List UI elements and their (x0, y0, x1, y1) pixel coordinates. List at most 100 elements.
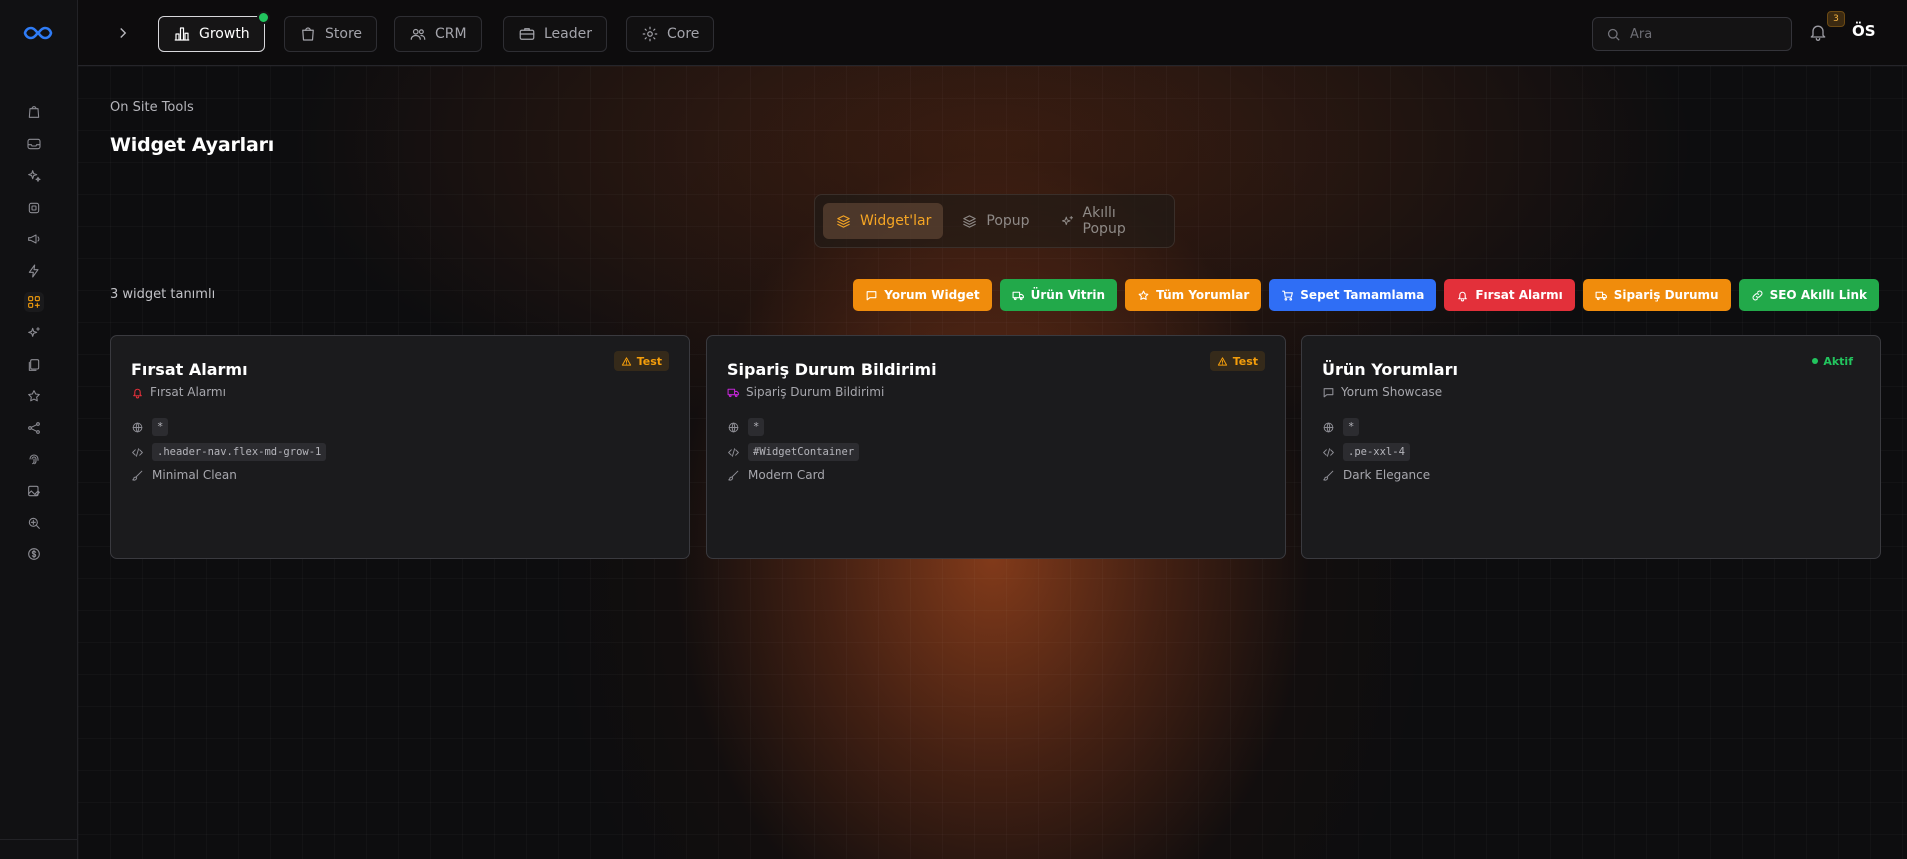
status-badge: Aktif (1805, 351, 1860, 371)
card-type-label: Sipariş Durum Bildirimi (746, 385, 885, 399)
layers-icon (963, 214, 977, 228)
megaphone-icon[interactable] (24, 229, 44, 249)
page-title: Widget Ayarları (110, 134, 275, 156)
star-icon[interactable] (24, 386, 44, 406)
add-yorum-widget-button[interactable]: Yorum Widget (853, 279, 992, 311)
add-tum-yorumlar-button[interactable]: Tüm Yorumlar (1125, 279, 1262, 311)
card-selector-row: #WidgetContainer (727, 443, 860, 461)
breadcrumb: On Site Tools (110, 100, 194, 115)
card-theme-row: Dark Elegance (1322, 468, 1430, 482)
zoom-icon[interactable] (24, 513, 44, 533)
tab-leader[interactable]: Leader (503, 16, 608, 52)
briefcase-icon (519, 28, 535, 40)
sidebar (0, 0, 78, 859)
card-theme-row: Minimal Clean (131, 468, 237, 482)
chip-label: Sepet Tamamlama (1300, 288, 1425, 302)
card-title: Fırsat Alarmı (131, 360, 248, 379)
tab-label: CRM (435, 26, 467, 42)
tab-label: Growth (199, 26, 250, 42)
fingerprint-icon[interactable] (24, 449, 44, 469)
globe-icon (728, 422, 739, 432)
pages-value: * (152, 418, 169, 436)
magic-icon[interactable] (24, 323, 44, 343)
segment-label: Widget'lar (860, 213, 932, 229)
segment-label: Akıllı Popup (1082, 205, 1126, 237)
chip-label: Fırsat Alarmı (1475, 288, 1563, 302)
notification-badge: 3 (1827, 11, 1845, 27)
widget-card[interactable]: Aktif Ürün Yorumları Yorum Showcase * .p… (1301, 335, 1881, 559)
tab-store[interactable]: Store (284, 16, 378, 52)
add-sepet-tamamlama-button[interactable]: Sepet Tamamlama (1269, 279, 1437, 311)
tab-crm[interactable]: CRM (394, 16, 482, 52)
card-theme-row: Modern Card (727, 468, 825, 482)
add-widget-chips: Yorum Widget Ürün Vitrin Tüm Yorumlar Se… (853, 279, 1879, 311)
tab-core[interactable]: Core (626, 16, 715, 52)
shopping-bag-icon[interactable] (24, 102, 44, 122)
segment-popup[interactable]: Popup (949, 203, 1041, 239)
image-edit-icon[interactable] (24, 481, 44, 501)
brush-icon (728, 470, 739, 481)
widget-card[interactable]: Test Fırsat Alarmı Fırsat Alarmı * .head… (110, 335, 690, 559)
card-type-label: Fırsat Alarmı (150, 385, 226, 399)
alarm-icon (1458, 291, 1468, 301)
segment-widgets[interactable]: Widget'lar (823, 203, 944, 239)
truck-icon (727, 388, 739, 397)
dollar-icon[interactable] (24, 544, 44, 564)
tab-growth[interactable]: Growth (158, 11, 270, 52)
chip-label: Yorum Widget (884, 288, 980, 302)
chip-icon[interactable] (24, 198, 44, 218)
card-selector-row: .header-nav.flex-md-grow-1 (131, 443, 327, 461)
sparkles-icon (1061, 215, 1073, 225)
card-pages-row: * (1322, 418, 1360, 436)
widget-type-segment: Widget'lar Popup Akıllı Popup (814, 194, 1175, 248)
widget-card[interactable]: Test Sipariş Durum Bildirimi Sipariş Dur… (706, 335, 1286, 559)
card-type: Fırsat Alarmı (131, 385, 226, 399)
sparkles-icon[interactable] (24, 166, 44, 186)
tab-label: Core (667, 26, 700, 42)
apps-add-icon[interactable] (24, 292, 44, 312)
card-type: Yorum Showcase (1322, 385, 1442, 399)
card-title: Ürün Yorumları (1322, 360, 1458, 379)
card-selector-row: .pe-xxl-4 (1322, 443, 1410, 461)
inbox-icon[interactable] (24, 134, 44, 154)
add-seo-akilli-link-button[interactable]: SEO Akıllı Link (1738, 279, 1879, 311)
globe-icon (1323, 422, 1334, 432)
chevron-right-icon[interactable] (114, 24, 132, 42)
card-title: Sipariş Durum Bildirimi (727, 360, 937, 379)
chip-label: Ürün Vitrin (1030, 288, 1106, 302)
card-pages-row: * (131, 418, 169, 436)
bolt-icon[interactable] (24, 261, 44, 281)
add-urun-vitrin-button[interactable]: Ürün Vitrin (999, 279, 1118, 311)
bell-icon[interactable] (1808, 22, 1830, 44)
theme-value: Dark Elegance (1343, 468, 1431, 482)
segment-label: Popup (986, 213, 1030, 229)
chip-label: Sipariş Durumu (1613, 288, 1719, 302)
selector-value: .header-nav.flex-md-grow-1 (152, 443, 327, 461)
search-input[interactable] (1630, 26, 1770, 42)
search-icon (1607, 28, 1620, 41)
shopping-bag-icon (302, 27, 314, 41)
avatar[interactable]: ÖS (1852, 22, 1876, 40)
search-box[interactable] (1592, 17, 1792, 51)
files-icon[interactable] (24, 355, 44, 375)
status-badge: Test (613, 351, 669, 371)
globe-icon (132, 422, 143, 432)
status-label: Test (636, 354, 662, 368)
users-icon (410, 28, 426, 40)
theme-value: Modern Card (748, 468, 825, 482)
code-icon (132, 447, 143, 457)
segment-smart-popup[interactable]: Akıllı Popup (1048, 203, 1166, 239)
add-firsat-alarmi-button[interactable]: Fırsat Alarmı (1444, 279, 1575, 311)
pages-value: * (1343, 418, 1360, 436)
message-icon (1323, 387, 1334, 397)
add-siparis-durumu-button[interactable]: Sipariş Durumu (1582, 279, 1731, 311)
truck-icon (1012, 291, 1024, 300)
chip-label: Tüm Yorumlar (1156, 288, 1250, 302)
share-icon[interactable] (24, 418, 44, 438)
alarm-icon (133, 388, 142, 398)
active-dot (1812, 358, 1819, 364)
brush-icon (132, 470, 143, 481)
tab-label: Leader (544, 26, 593, 42)
truck-icon (1595, 291, 1607, 300)
infinity-logo-icon[interactable] (22, 22, 54, 44)
